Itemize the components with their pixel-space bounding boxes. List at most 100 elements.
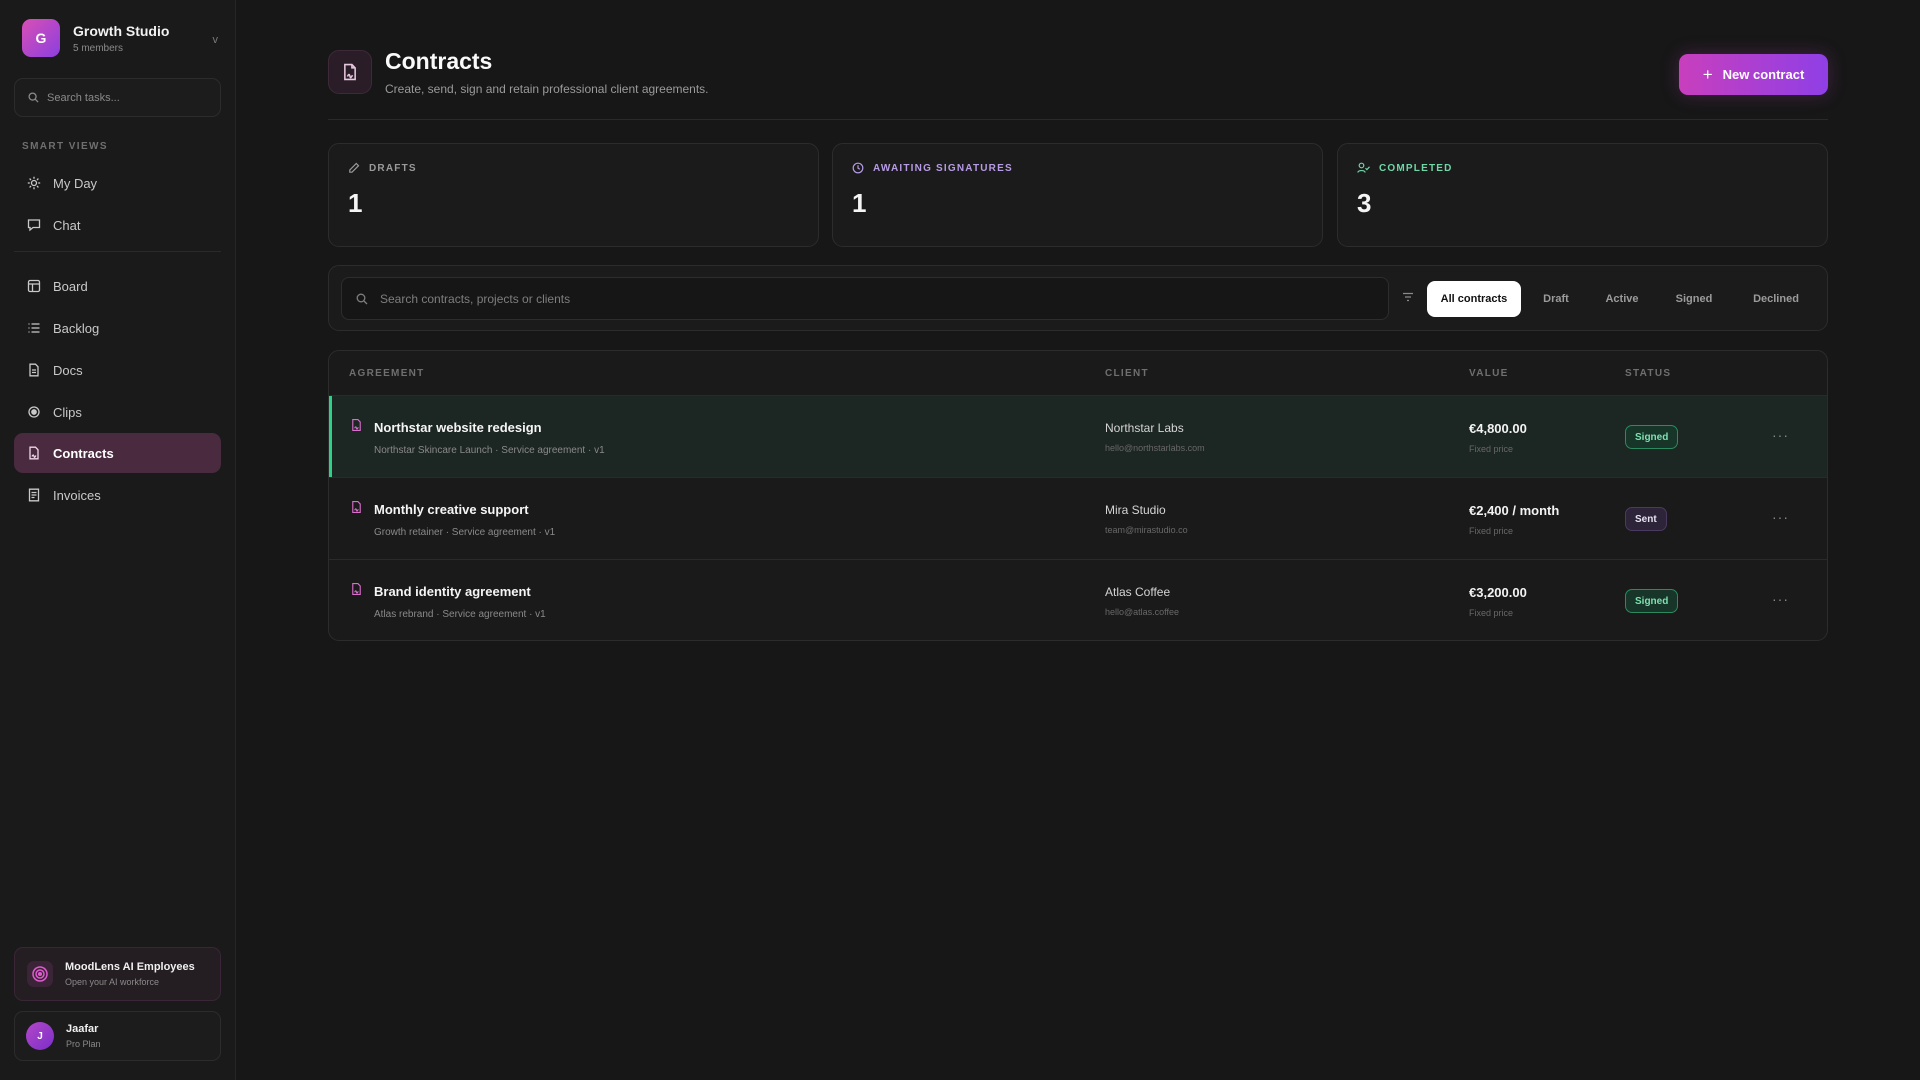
tab-all-contracts[interactable]: All contracts bbox=[1427, 281, 1521, 317]
sidebar-item-backlog[interactable]: Backlog bbox=[14, 308, 221, 348]
price-type: Fixed price bbox=[1469, 526, 1514, 536]
workspace-avatar: G bbox=[22, 19, 60, 57]
client-name: Northstar Labs bbox=[1105, 421, 1184, 435]
sidebar-item-label: Docs bbox=[53, 362, 83, 378]
user-name: Jaafar bbox=[66, 1023, 99, 1035]
sidebar-item-clips[interactable]: Clips bbox=[14, 392, 221, 432]
stat-label: AWAITING SIGNATURES bbox=[873, 162, 1013, 174]
sidebar-item-label: Invoices bbox=[53, 487, 101, 503]
plus-icon: + bbox=[1702, 64, 1713, 84]
column-header-status: STATUS bbox=[1625, 368, 1672, 379]
sun-icon bbox=[27, 176, 41, 190]
stat-value: 1 bbox=[348, 188, 363, 218]
status-badge: Sent bbox=[1625, 507, 1667, 531]
agreement-meta: Growth retainer · Service agreement · v1 bbox=[374, 527, 556, 538]
contract-search-input[interactable]: Search contracts, projects or clients bbox=[341, 277, 1389, 320]
workspace-switcher[interactable]: G Growth Studio 5 members v bbox=[22, 18, 218, 58]
sidebar-item-label: Clips bbox=[53, 404, 82, 420]
more-icon[interactable]: ··· bbox=[1772, 427, 1789, 443]
sidebar-item-label: Backlog bbox=[53, 320, 100, 336]
tab-declined[interactable]: Declined bbox=[1735, 281, 1817, 317]
agreement-title[interactable]: Brand identity agreement bbox=[374, 584, 531, 599]
workspace-name: Growth Studio bbox=[73, 22, 170, 39]
price-type: Fixed price bbox=[1469, 608, 1514, 618]
stat-value: 1 bbox=[852, 188, 867, 218]
user-check-icon bbox=[1357, 162, 1370, 173]
table-row[interactable]: Monthly creative support Growth retainer… bbox=[329, 477, 1827, 559]
contract-search-placeholder: Search contracts, projects or clients bbox=[380, 291, 571, 306]
client-name: Atlas Coffee bbox=[1105, 585, 1171, 599]
ai-employees-card[interactable]: MoodLens AI Employees Open your AI workf… bbox=[14, 947, 221, 1001]
tab-draft[interactable]: Draft bbox=[1528, 281, 1584, 317]
user-profile-card[interactable]: J Jaafar Pro Plan bbox=[14, 1011, 221, 1061]
sidebar-item-label: Chat bbox=[53, 217, 81, 233]
sidebar-item-invoices[interactable]: Invoices bbox=[14, 475, 221, 515]
sidebar-search-input[interactable]: Search tasks... bbox=[14, 78, 221, 117]
contract-value: €3,200.00 bbox=[1469, 585, 1527, 600]
clock-icon bbox=[852, 162, 864, 174]
column-header-client: CLIENT bbox=[1105, 368, 1149, 379]
new-contract-button[interactable]: + New contract bbox=[1679, 54, 1828, 95]
sidebar-search-placeholder: Search tasks... bbox=[47, 91, 120, 104]
filter-bar: Search contracts, projects or clients Al… bbox=[328, 265, 1828, 331]
contract-icon bbox=[328, 50, 372, 94]
target-icon bbox=[27, 961, 53, 987]
tab-active[interactable]: Active bbox=[1591, 281, 1653, 317]
contract-value: €4,800.00 bbox=[1469, 421, 1527, 436]
invoice-icon bbox=[28, 488, 40, 502]
stat-card-completed: COMPLETED 3 bbox=[1337, 143, 1828, 247]
list-icon bbox=[28, 323, 40, 333]
table-row[interactable]: Northstar website redesign Northstar Ski… bbox=[329, 395, 1827, 478]
column-header-value: VALUE bbox=[1469, 368, 1509, 379]
ai-card-title: MoodLens AI Employees bbox=[65, 961, 195, 973]
record-icon bbox=[28, 406, 40, 418]
stat-card-drafts: DRAFTS 1 bbox=[328, 143, 819, 247]
client-email: hello@atlas.coffee bbox=[1105, 607, 1180, 617]
sidebar: G Growth Studio 5 members v Search tasks… bbox=[0, 0, 236, 1080]
stat-label: COMPLETED bbox=[1379, 162, 1453, 174]
sidebar-item-docs[interactable]: Docs bbox=[14, 350, 221, 390]
sidebar-item-label: Contracts bbox=[53, 445, 114, 461]
agreement-title[interactable]: Monthly creative support bbox=[374, 502, 529, 517]
status-badge: Signed bbox=[1625, 425, 1679, 449]
sidebar-item-contracts[interactable]: Contracts bbox=[14, 433, 221, 473]
tab-signed[interactable]: Signed bbox=[1660, 281, 1728, 317]
contracts-table: AGREEMENT CLIENT VALUE STATUS Northstar … bbox=[328, 350, 1828, 641]
contract-icon bbox=[352, 501, 361, 513]
sidebar-item-label: Board bbox=[53, 278, 88, 294]
sidebar-item-board[interactable]: Board bbox=[14, 266, 221, 306]
page-title: Contracts bbox=[385, 48, 493, 74]
agreement-meta: Northstar Skincare Launch · Service agre… bbox=[374, 445, 605, 456]
search-icon bbox=[28, 92, 39, 103]
page-subtitle: Create, send, sign and retain profession… bbox=[385, 82, 709, 96]
ai-card-subtitle: Open your AI workforce bbox=[65, 977, 160, 987]
table-row[interactable]: Brand identity agreement Atlas rebrand ·… bbox=[329, 559, 1827, 640]
stat-label: DRAFTS bbox=[369, 162, 417, 174]
sidebar-item-my-day[interactable]: My Day bbox=[14, 163, 221, 203]
workspace-members: 5 members bbox=[73, 42, 124, 54]
search-icon bbox=[356, 293, 368, 304]
column-header-agreement: AGREEMENT bbox=[349, 368, 425, 379]
board-icon bbox=[27, 279, 41, 293]
chat-icon bbox=[27, 219, 41, 232]
new-contract-label: New contract bbox=[1722, 67, 1805, 82]
smart-views-label: SMART VIEWS bbox=[22, 141, 108, 152]
price-type: Fixed price bbox=[1469, 444, 1514, 454]
filter-icon[interactable] bbox=[1402, 291, 1414, 303]
avatar: J bbox=[26, 1022, 54, 1050]
sidebar-item-label: My Day bbox=[53, 175, 98, 191]
agreement-title[interactable]: Northstar website redesign bbox=[374, 420, 542, 435]
status-badge: Signed bbox=[1625, 589, 1679, 613]
stat-card-awaiting-signatures: AWAITING SIGNATURES 1 bbox=[832, 143, 1323, 247]
more-icon[interactable]: ··· bbox=[1772, 509, 1789, 525]
client-name: Mira Studio bbox=[1105, 503, 1166, 517]
client-email: hello@northstarlabs.com bbox=[1105, 443, 1205, 453]
contract-icon bbox=[352, 419, 361, 431]
more-icon[interactable]: ··· bbox=[1772, 591, 1789, 607]
contract-value: €2,400 / month bbox=[1469, 503, 1560, 518]
sidebar-item-chat[interactable]: Chat bbox=[14, 205, 221, 245]
contract-icon bbox=[29, 446, 39, 460]
pencil-icon bbox=[349, 162, 360, 173]
client-email: team@mirastudio.co bbox=[1105, 525, 1188, 535]
contract-icon bbox=[352, 583, 361, 595]
